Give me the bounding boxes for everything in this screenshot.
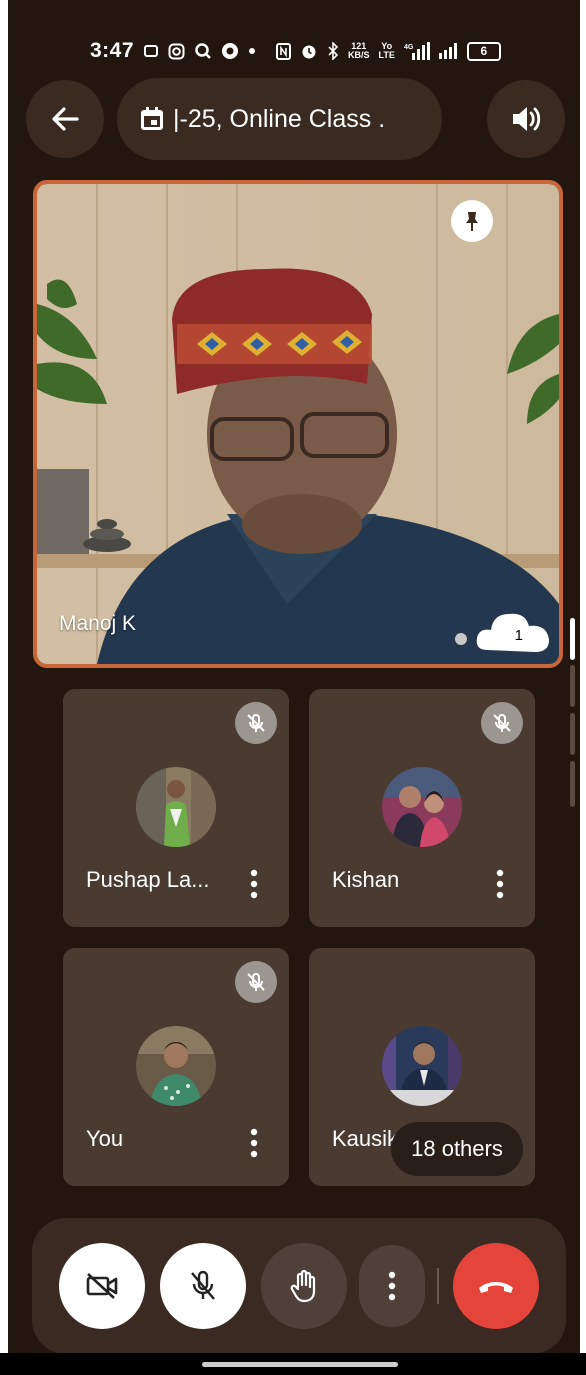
volte-indicator: Yo LTE — [379, 42, 395, 60]
app-notification-icon — [221, 42, 239, 60]
hand-icon — [290, 1269, 316, 1303]
instagram-icon — [168, 43, 185, 60]
participant-name: Kishan — [332, 867, 400, 892]
scrollbar-thumb[interactable] — [570, 618, 575, 660]
signal-strength-2-icon — [438, 43, 457, 59]
scrollbar-segment — [570, 713, 575, 755]
speaker-volume-icon — [513, 107, 541, 131]
participant-tile[interactable]: Kishan — [309, 689, 535, 927]
nfc-icon — [276, 42, 292, 60]
network-speed: 121 KB/S — [348, 42, 370, 60]
video-off-icon — [86, 1273, 118, 1299]
status-time: 3:47 — [90, 39, 135, 62]
calendar-icon — [141, 107, 163, 130]
back-button[interactable] — [26, 80, 104, 158]
screen-edge-right — [580, 0, 586, 1375]
mic-off-icon — [235, 961, 277, 1003]
participant-name: Pushap La... — [86, 867, 210, 892]
participant-name: You — [86, 1126, 124, 1151]
network-speed-unit: KB/S — [348, 50, 370, 60]
speaker-name-label: Manoj K — [59, 612, 137, 635]
scrollbar-segment — [570, 665, 575, 707]
speaker-video-feed — [37, 184, 559, 664]
mic-off-icon — [191, 1270, 215, 1300]
participant-options-button[interactable] — [487, 864, 513, 904]
audio-output-button[interactable] — [487, 80, 565, 158]
meeting-title-pill[interactable]: |-25, Online Class . — [117, 78, 442, 160]
microphone-toggle-button[interactable] — [160, 1243, 246, 1329]
participant-options-button[interactable] — [241, 1123, 267, 1163]
raise-hand-button[interactable] — [261, 1243, 347, 1329]
bluetooth-icon — [327, 42, 339, 60]
arrow-left-icon — [52, 107, 79, 131]
battery-indicator: 6 — [466, 41, 501, 61]
screen-edge-left — [0, 0, 8, 1375]
camera-toggle-button[interactable] — [59, 1243, 145, 1329]
end-call-button[interactable] — [453, 1243, 539, 1329]
mic-off-icon — [481, 702, 523, 744]
signal-strength-icon: 4G — [404, 42, 430, 60]
alarm-icon — [300, 42, 318, 60]
participant-tile[interactable]: Pushap La... — [63, 689, 289, 927]
pin-icon — [466, 212, 478, 231]
search-app-icon — [194, 42, 212, 60]
controls-divider — [437, 1268, 439, 1304]
pin-button[interactable] — [451, 200, 493, 242]
more-options-button[interactable] — [359, 1245, 425, 1327]
more-vertical-icon — [496, 869, 504, 899]
more-vertical-icon — [250, 869, 258, 899]
mic-off-icon — [235, 702, 277, 744]
avatar — [382, 767, 462, 847]
raised-hands-cloud-icon[interactable] — [473, 598, 553, 658]
more-vertical-icon — [388, 1271, 396, 1301]
meeting-title: |-25, Online Class . — [173, 104, 386, 133]
home-indicator[interactable] — [202, 1362, 398, 1367]
scrollbar-segment — [570, 761, 575, 807]
svg-text:4G: 4G — [404, 44, 414, 51]
active-speaker-video-tile[interactable]: Manoj K 1 — [33, 180, 563, 668]
others-count-badge[interactable]: 18 others — [391, 1122, 523, 1176]
more-vertical-icon — [250, 1128, 258, 1158]
participant-name: Kausik — [332, 1126, 399, 1151]
reaction-count: 1 — [514, 627, 523, 644]
phone-hangup-icon — [479, 1282, 513, 1293]
volte-bottom: LTE — [378, 50, 395, 60]
avatar — [136, 1026, 216, 1106]
screen-record-icon — [143, 43, 159, 59]
more-notifications-dot-icon — [248, 47, 256, 55]
avatar — [382, 1026, 462, 1106]
status-bar: 3:47 121 KB/S Yo LTE 4G 6 — [90, 34, 546, 68]
participant-options-button[interactable] — [241, 864, 267, 904]
avatar — [136, 767, 216, 847]
participant-tile-self[interactable]: You — [63, 948, 289, 1186]
